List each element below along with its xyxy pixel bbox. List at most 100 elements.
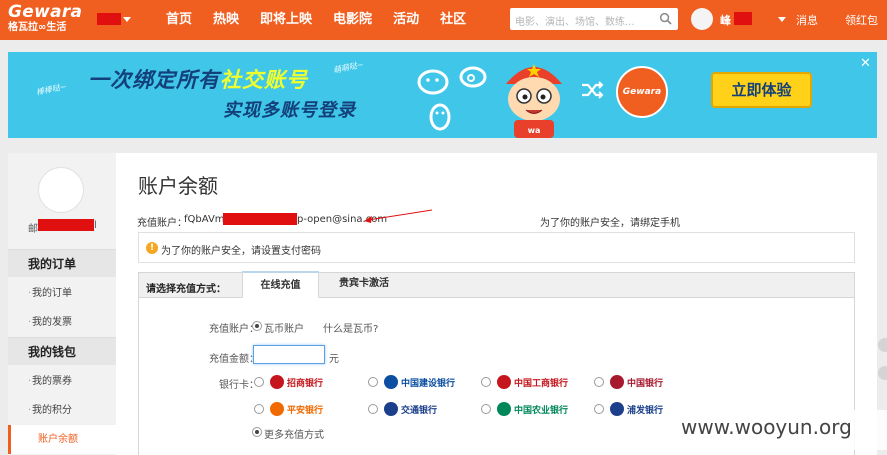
amount-unit: 元	[329, 354, 339, 365]
bank-name: 中国银行	[627, 378, 664, 389]
mascot-illustration: wa	[506, 64, 562, 138]
tab-bar: 请选择充值方式： 在线充值 贵宾卡激活	[139, 271, 854, 298]
social-icons-illustration	[417, 66, 487, 131]
coin-account-radio[interactable]	[252, 321, 262, 331]
bank-radio-abc[interactable]	[481, 404, 491, 414]
main-nav: 首页 热映 即将上映 电影院 活动 社区	[166, 0, 487, 40]
logo-text: Gewara	[8, 2, 83, 22]
security-notice: ! 为了你的账户安全，请设置支付密码	[138, 232, 855, 263]
set-password-link[interactable]: 设置支付密码	[261, 246, 321, 257]
close-icon[interactable]: ✕	[860, 56, 871, 71]
search-icon[interactable]	[659, 12, 672, 25]
more-methods-radio[interactable]	[252, 427, 262, 437]
notice-text: 为了你的账户安全，请设置支付密码	[161, 242, 321, 257]
sidebar-item-my-orders[interactable]: 我的订单	[8, 279, 116, 308]
warning-icon: !	[146, 242, 158, 254]
bind-phone-note: 为了你的账户安全，请绑定手机	[540, 214, 680, 229]
promo-banner[interactable]: 一次绑定所有社交账号 实现多账号登录 棒棒哒~ 萌萌哒~ wa Gewara 立…	[8, 52, 877, 138]
sidebar-section-wallet[interactable]: 我的钱包	[8, 337, 116, 365]
bank-name: 招商银行	[287, 378, 324, 389]
avatar[interactable]	[38, 167, 84, 213]
weibo-icon	[459, 66, 487, 88]
tab-vip-card[interactable]: 贵宾卡激活	[329, 271, 399, 298]
notice-text-a: 为了你的账户安全，请	[161, 246, 261, 257]
avatar[interactable]	[691, 8, 713, 30]
account-sidebar: 邮 l 我的订单 我的订单 我的发票 我的钱包 我的票券 我的积分 账户余额	[8, 153, 116, 455]
bank-radio-bocom[interactable]	[368, 404, 378, 414]
page-title: 账户余额	[138, 174, 218, 198]
svg-text:wa: wa	[528, 126, 541, 135]
bank-name: 中国工商银行	[514, 378, 569, 389]
nav-now-showing[interactable]: 热映	[213, 0, 239, 40]
search-input[interactable]: 电影、演出、场馆、数练...	[510, 8, 678, 30]
amount-label: 充值金额：	[209, 354, 259, 365]
sidebar-email-redacted	[38, 219, 94, 231]
bank-option-cmb[interactable]: 招商银行	[270, 374, 323, 390]
bank-card-label: 银行卡：	[219, 380, 259, 391]
bank-logo-icon	[497, 402, 511, 416]
logo-subtitle: 格瓦拉∞生活	[8, 22, 67, 33]
banner-headline-a: 一次绑定所有	[88, 68, 220, 92]
bank-option-icbc[interactable]: 中国工商银行	[497, 374, 568, 390]
account-label: 充值账户：	[137, 218, 187, 229]
banner-headline-b: 社交账号	[220, 68, 308, 92]
gewara-badge-logo: Gewara	[616, 66, 668, 118]
chevron-down-icon[interactable]	[778, 17, 786, 22]
sidebar-item-points[interactable]: 我的积分	[8, 396, 116, 425]
tab-online-recharge[interactable]: 在线充值	[242, 271, 319, 298]
bank-name: 中国建设银行	[401, 378, 456, 389]
bank-option-ccb[interactable]: 中国建设银行	[384, 374, 455, 390]
bank-radio-pingan[interactable]	[254, 404, 264, 414]
sidebar-email-suffix: l	[94, 220, 97, 231]
account-value-start: fQbAVm	[184, 214, 225, 225]
watermark: www.wooyun.org	[681, 415, 852, 439]
bank-radio-boc[interactable]	[594, 377, 604, 387]
bank-radio-spdb[interactable]	[594, 404, 604, 414]
bank-option-spdb[interactable]: 浦发银行	[610, 401, 663, 417]
bank-radio-icbc[interactable]	[481, 377, 491, 387]
nav-home[interactable]: 首页	[166, 0, 192, 40]
wechat-icon	[417, 69, 449, 95]
side-float-button[interactable]	[878, 338, 887, 352]
side-float-button[interactable]	[878, 366, 887, 380]
bank-radio-cmb[interactable]	[254, 377, 264, 387]
bank-logo-icon	[384, 375, 398, 389]
amount-input[interactable]	[253, 345, 325, 364]
sidebar-item-balance[interactable]: 账户余额	[8, 425, 116, 454]
sidebar-item-invoices[interactable]: 我的发票	[8, 308, 116, 337]
gewara-logo[interactable]: Gewara 格瓦拉∞生活	[8, 3, 82, 34]
bank-radio-ccb[interactable]	[368, 377, 378, 387]
more-methods-option[interactable]: 更多充值方式	[264, 426, 324, 441]
messages-link[interactable]: 消息	[796, 12, 818, 28]
banner-hint-right: 萌萌哒~	[332, 59, 365, 76]
bind-phone-note-text: 为了你的账户安全，请	[540, 218, 640, 229]
bank-option-boc[interactable]: 中国银行	[610, 374, 663, 390]
bank-option-abc[interactable]: 中国农业银行	[497, 401, 568, 417]
top-navigation-bar: Gewara 格瓦拉∞生活 首页 热映 即将上映 电影院 活动 社区 电影、演出…	[0, 0, 887, 40]
annotation-arrow	[364, 209, 433, 223]
what-is-coin-link[interactable]: 什么是瓦币?	[323, 320, 378, 335]
bank-option-bocom[interactable]: 交通银行	[384, 401, 437, 417]
bank-logo-icon	[610, 402, 624, 416]
banner-hint-left: 棒棒哒~	[35, 81, 68, 98]
bank-name: 浦发银行	[627, 405, 664, 416]
sidebar-section-orders[interactable]: 我的订单	[8, 249, 116, 277]
username-initial[interactable]: 峰	[720, 12, 731, 28]
pay-method-label: 请选择充值方式：	[146, 284, 226, 295]
username-redacted	[734, 12, 752, 25]
nav-activities[interactable]: 活动	[393, 0, 419, 40]
nav-coming-soon[interactable]: 即将上映	[260, 0, 312, 40]
bind-phone-link[interactable]: 绑定手机	[640, 218, 680, 229]
bank-logo-icon	[270, 375, 284, 389]
banner-headline: 一次绑定所有社交账号	[88, 64, 308, 94]
qq-icon	[429, 103, 451, 131]
city-selector-redacted[interactable]	[97, 13, 121, 25]
nav-cinemas[interactable]: 电影院	[333, 0, 372, 40]
chevron-down-icon[interactable]	[123, 17, 131, 22]
coupon-link[interactable]: 领红包	[845, 12, 878, 28]
nav-community[interactable]: 社区	[440, 0, 466, 40]
sidebar-item-tickets[interactable]: 我的票券	[8, 367, 116, 396]
bank-option-pingan[interactable]: 平安银行	[270, 401, 323, 417]
bank-name: 平安银行	[287, 405, 324, 416]
try-now-button[interactable]: 立即体验	[711, 72, 812, 108]
